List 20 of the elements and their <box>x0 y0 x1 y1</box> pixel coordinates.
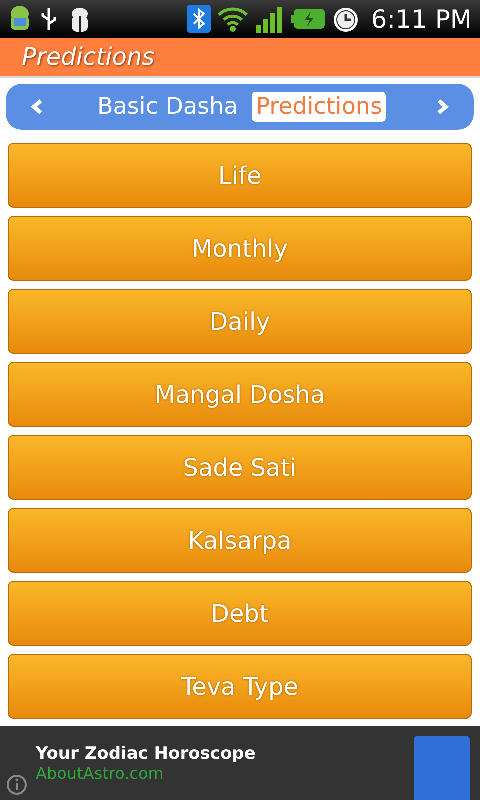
menu-button[interactable]: Kalsarpa <box>8 508 472 573</box>
menu-button[interactable]: Mangal Dosha <box>8 362 472 427</box>
menu-button[interactable]: Daily <box>8 289 472 354</box>
ad-link[interactable]: AboutAstro.com <box>36 764 256 782</box>
ad-banner[interactable]: Your Zodiac Horoscope AboutAstro.com <box>0 726 480 800</box>
menu-button[interactable]: Life <box>8 143 472 208</box>
info-icon[interactable] <box>6 774 28 796</box>
tab[interactable]: Predictions <box>252 92 386 122</box>
usb-icon <box>40 6 58 32</box>
menu-button[interactable]: Monthly <box>8 216 472 281</box>
menu-button[interactable]: Teva Type <box>8 654 472 719</box>
ad-headline: Your Zodiac Horoscope <box>36 744 256 764</box>
tab[interactable]: Basic Dasha <box>94 92 242 122</box>
bluetooth-icon <box>187 5 212 33</box>
screen-title: Predictions <box>22 43 155 71</box>
menu-button[interactable]: Sade Sati <box>8 435 472 500</box>
battery-icon <box>291 8 326 30</box>
clock-time: 6:11 PM <box>371 4 472 34</box>
menu-button[interactable]: Debt <box>8 581 472 646</box>
wifi-icon <box>217 5 250 33</box>
